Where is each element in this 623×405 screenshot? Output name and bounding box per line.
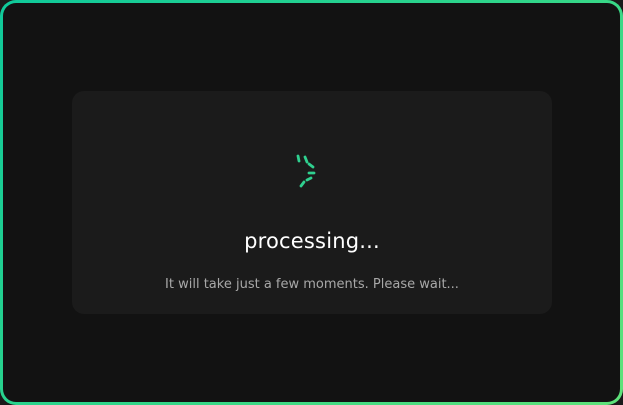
- spinner-tick: [296, 154, 301, 163]
- loading-spinner-icon: [296, 154, 316, 188]
- processing-title: processing...: [244, 229, 380, 253]
- spinner-tick: [305, 176, 313, 182]
- processing-dialog: processing... It will take just a few mo…: [72, 91, 552, 314]
- app-screen: processing... It will take just a few mo…: [3, 3, 620, 402]
- processing-message: It will take just a few moments. Please …: [165, 277, 459, 292]
- spinner-tick: [299, 180, 306, 188]
- spinner-tick: [307, 162, 315, 169]
- spinner-tick: [303, 155, 309, 164]
- app-frame: processing... It will take just a few mo…: [0, 0, 623, 405]
